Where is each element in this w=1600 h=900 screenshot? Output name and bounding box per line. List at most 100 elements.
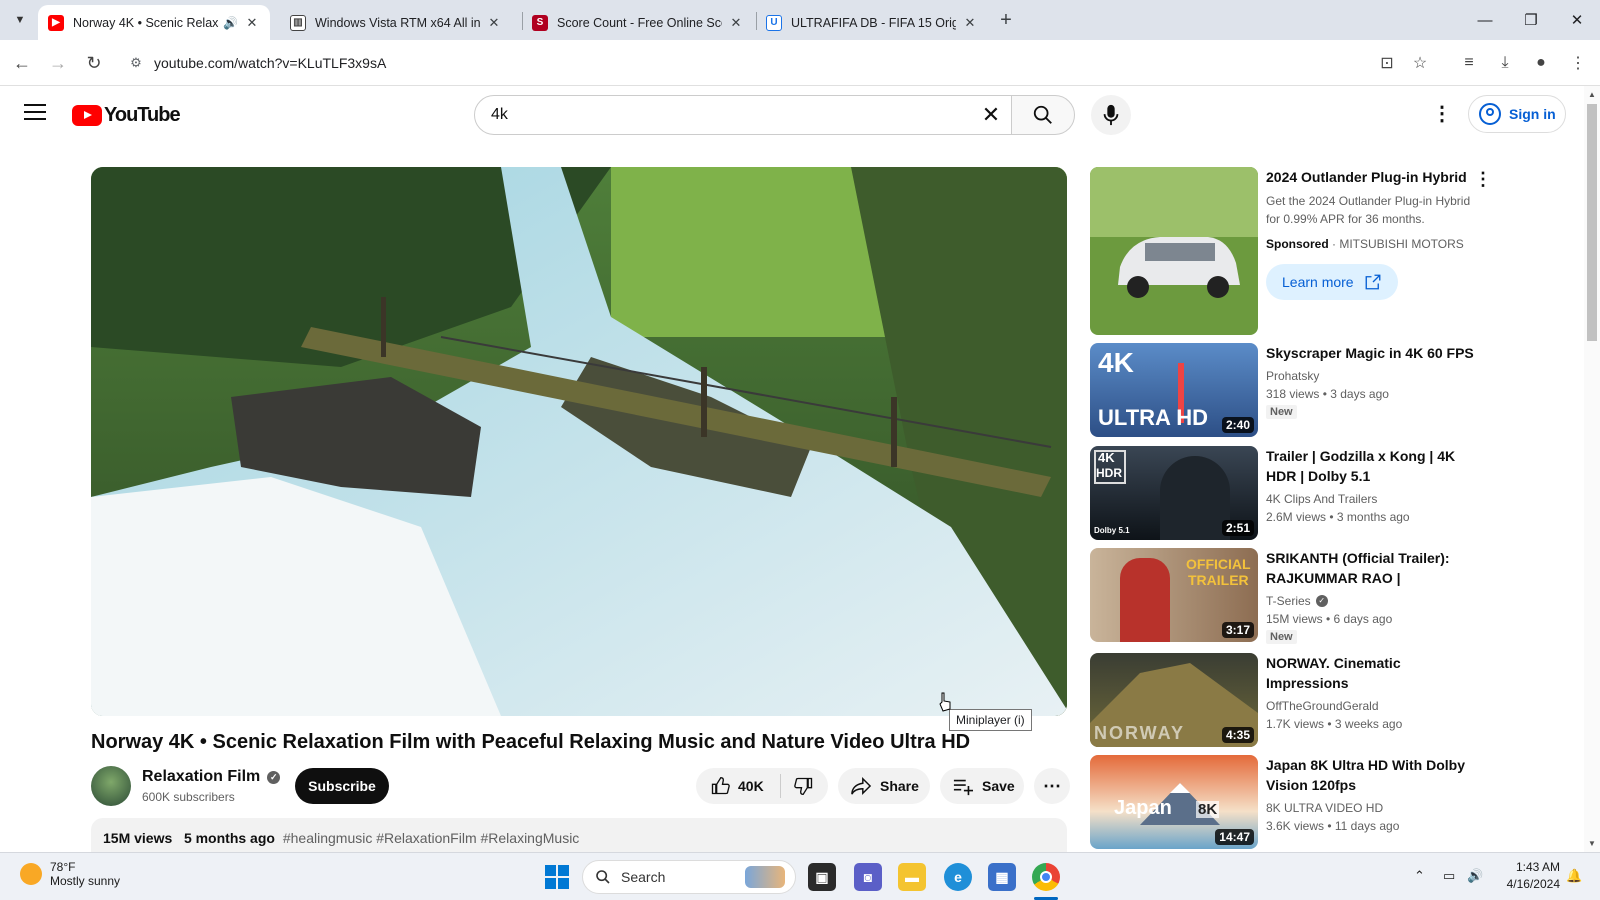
- browser-menu-icon[interactable]: ⋮: [1566, 51, 1590, 75]
- channel-avatar[interactable]: [91, 766, 131, 806]
- video-thumbnail[interactable]: Japan 8K 14:47: [1090, 755, 1258, 849]
- reload-icon[interactable]: ↻: [80, 49, 108, 77]
- related-video-item[interactable]: 4K ULTRA HD 2:40 Skyscraper Magic in 4K …: [1090, 343, 1490, 437]
- channel-name[interactable]: 4K Clips And Trailers: [1266, 492, 1377, 506]
- close-window-icon[interactable]: ✕: [1554, 0, 1600, 40]
- tray-chevron-icon[interactable]: ⌃: [1414, 868, 1425, 884]
- hamburger-menu-icon[interactable]: [24, 104, 46, 122]
- related-video-item[interactable]: 4K HDR Dolby 5.1 2:51 Trailer | Godzilla…: [1090, 446, 1490, 540]
- video-title[interactable]: SRIKANTH (Official Trailer): RAJKUMMAR R…: [1266, 548, 1478, 588]
- windows-taskbar: 78°F Mostly sunny Search ▣ ◙ ▬ e ▦ ⌃ ▭ 🔊…: [0, 852, 1600, 900]
- channel-name[interactable]: Relaxation Film ✓: [142, 768, 281, 786]
- tab-windows-vista[interactable]: ▥ Windows Vista RTM x64 All in C ✕: [280, 5, 512, 40]
- page-scrollbar[interactable]: ▲ ▼: [1584, 86, 1600, 852]
- settings-kebab-icon[interactable]: ⋮: [1430, 102, 1454, 126]
- ad-menu-kebab-icon[interactable]: ⋮: [1474, 169, 1492, 190]
- video-thumbnail[interactable]: 4K ULTRA HD 2:40: [1090, 343, 1258, 437]
- forward-arrow-icon[interactable]: →: [44, 49, 72, 77]
- like-dislike-group: 40K: [696, 768, 828, 804]
- dislike-button[interactable]: [781, 776, 827, 796]
- weather-widget[interactable]: 78°F Mostly sunny: [20, 860, 120, 888]
- view-count: 15M views: [103, 830, 173, 846]
- profile-icon[interactable]: ●: [1529, 51, 1553, 75]
- share-button[interactable]: Share: [838, 768, 930, 804]
- microsoft-store-icon[interactable]: ▦: [988, 863, 1016, 891]
- learn-more-button[interactable]: Learn more: [1266, 264, 1398, 300]
- address-bar[interactable]: ⚙ youtube.com/watch?v=KLuTLF3x9sA: [118, 46, 1436, 80]
- search-icon: [1033, 105, 1052, 124]
- channel-name[interactable]: Prohatsky: [1266, 369, 1319, 383]
- maximize-icon[interactable]: ❐: [1508, 0, 1554, 40]
- video-title[interactable]: NORWAY. Cinematic Impressions: [1266, 653, 1478, 693]
- youtube-logo[interactable]: YouTube: [72, 104, 181, 127]
- tab-score-count[interactable]: S Score Count - Free Online Scor ✕: [522, 5, 754, 40]
- sun-weather-icon: [20, 863, 42, 885]
- install-app-icon[interactable]: ⊡: [1375, 51, 1399, 75]
- video-title[interactable]: Japan 8K Ultra HD With Dolby Vision 120f…: [1266, 755, 1478, 795]
- teams-chat-icon[interactable]: ◙: [854, 863, 882, 891]
- hashtags[interactable]: #healingmusic #RelaxationFilm #RelaxingM…: [283, 830, 579, 846]
- video-title[interactable]: Skyscraper Magic in 4K 60 FPS: [1266, 343, 1478, 363]
- new-badge: New: [1266, 630, 1297, 644]
- new-tab-plus-icon[interactable]: +: [994, 8, 1018, 32]
- search-input[interactable]: 4k ✕: [474, 95, 1012, 135]
- channel-name[interactable]: T-Series ✓: [1266, 594, 1328, 608]
- video-player[interactable]: [91, 167, 1067, 716]
- task-view-icon[interactable]: ▣: [808, 863, 836, 891]
- youtube-masthead: YouTube 4k ✕ ⋮ Sign in: [0, 86, 1584, 144]
- video-thumbnail[interactable]: 4K HDR Dolby 5.1 2:51: [1090, 446, 1258, 540]
- minimize-icon[interactable]: —: [1462, 0, 1508, 40]
- related-video-item[interactable]: Japan 8K 14:47 Japan 8K Ultra HD With Do…: [1090, 755, 1490, 849]
- channel-name[interactable]: 8K ULTRA VIDEO HD: [1266, 801, 1383, 815]
- notification-bell-icon[interactable]: 🔔: [1566, 868, 1582, 884]
- search-icon: [596, 870, 610, 884]
- external-link-icon: [1365, 274, 1381, 290]
- search-button[interactable]: [1011, 95, 1075, 135]
- tab-close-icon[interactable]: ✕: [962, 15, 978, 31]
- speaker-icon[interactable]: 🔊: [223, 16, 238, 30]
- save-button[interactable]: Save: [940, 768, 1024, 804]
- site-info-icon[interactable]: ⚙: [118, 55, 154, 71]
- media-control-icon[interactable]: ≡: [1457, 51, 1481, 75]
- tab-youtube[interactable]: ▶ Norway 4K • Scenic Relaxat 🔊 ✕: [38, 5, 270, 40]
- file-explorer-icon[interactable]: ▬: [898, 863, 926, 891]
- video-thumbnail[interactable]: NORWAY 4:35: [1090, 653, 1258, 747]
- ad-title[interactable]: 2024 Outlander Plug-in Hybrid: [1266, 169, 1476, 185]
- windows-start-icon[interactable]: [545, 865, 569, 889]
- verified-check-icon: ✓: [1315, 595, 1328, 607]
- tab-close-icon[interactable]: ✕: [244, 15, 260, 31]
- network-icon[interactable]: ▭: [1443, 868, 1455, 884]
- video-title[interactable]: Trailer | Godzilla x Kong | 4K HDR | Dol…: [1266, 446, 1478, 486]
- sign-in-button[interactable]: Sign in: [1468, 95, 1566, 133]
- tab-ultrafifa[interactable]: U ULTRAFIFA DB - FIFA 15 Origina ✕: [756, 5, 988, 40]
- voice-search-button[interactable]: [1091, 95, 1131, 135]
- browser-toolbar: ← → ↻ ⚙ youtube.com/watch?v=KLuTLF3x9sA …: [0, 40, 1600, 86]
- video-title: Norway 4K • Scenic Relaxation Film with …: [91, 731, 971, 753]
- channel-name[interactable]: OffTheGroundGerald: [1266, 699, 1379, 713]
- scroll-up-arrow-icon[interactable]: ▲: [1588, 90, 1596, 99]
- tab-close-icon[interactable]: ✕: [728, 15, 744, 31]
- more-actions-icon[interactable]: ⋯: [1034, 768, 1070, 804]
- download-icon[interactable]: ⤓: [1493, 51, 1517, 75]
- scroll-down-arrow-icon[interactable]: ▼: [1588, 839, 1596, 848]
- score-favicon-icon: S: [532, 14, 548, 31]
- taskbar-search[interactable]: Search: [582, 860, 796, 894]
- like-button[interactable]: 40K: [696, 776, 780, 796]
- edge-browser-icon[interactable]: e: [944, 863, 972, 891]
- video-thumbnail[interactable]: OFFICIAL TRAILER 3:17: [1090, 548, 1258, 642]
- upload-age: 5 months ago: [183, 830, 275, 846]
- tab-search-chevron-icon[interactable]: ▼: [8, 8, 32, 32]
- related-video-item[interactable]: NORWAY 4:35 NORWAY. Cinematic Impression…: [1090, 653, 1490, 747]
- system-clock[interactable]: 1:43 AM 4/16/2024: [1480, 859, 1560, 893]
- bookmark-star-icon[interactable]: ☆: [1408, 51, 1432, 75]
- subscribe-button[interactable]: Subscribe: [295, 768, 389, 804]
- youtube-favicon-icon: ▶: [48, 14, 64, 31]
- sponsored-ad[interactable]: 2024 Outlander Plug-in Hybrid ⋮ Get the …: [1090, 167, 1492, 335]
- chrome-icon[interactable]: [1032, 863, 1060, 891]
- scrollbar-thumb[interactable]: [1587, 104, 1597, 341]
- tab-close-icon[interactable]: ✕: [486, 15, 502, 31]
- back-arrow-icon[interactable]: ←: [8, 49, 36, 77]
- ad-thumbnail[interactable]: [1090, 167, 1258, 335]
- related-video-item[interactable]: OFFICIAL TRAILER 3:17 SRIKANTH (Official…: [1090, 548, 1490, 644]
- clear-search-icon[interactable]: ✕: [971, 102, 1011, 128]
